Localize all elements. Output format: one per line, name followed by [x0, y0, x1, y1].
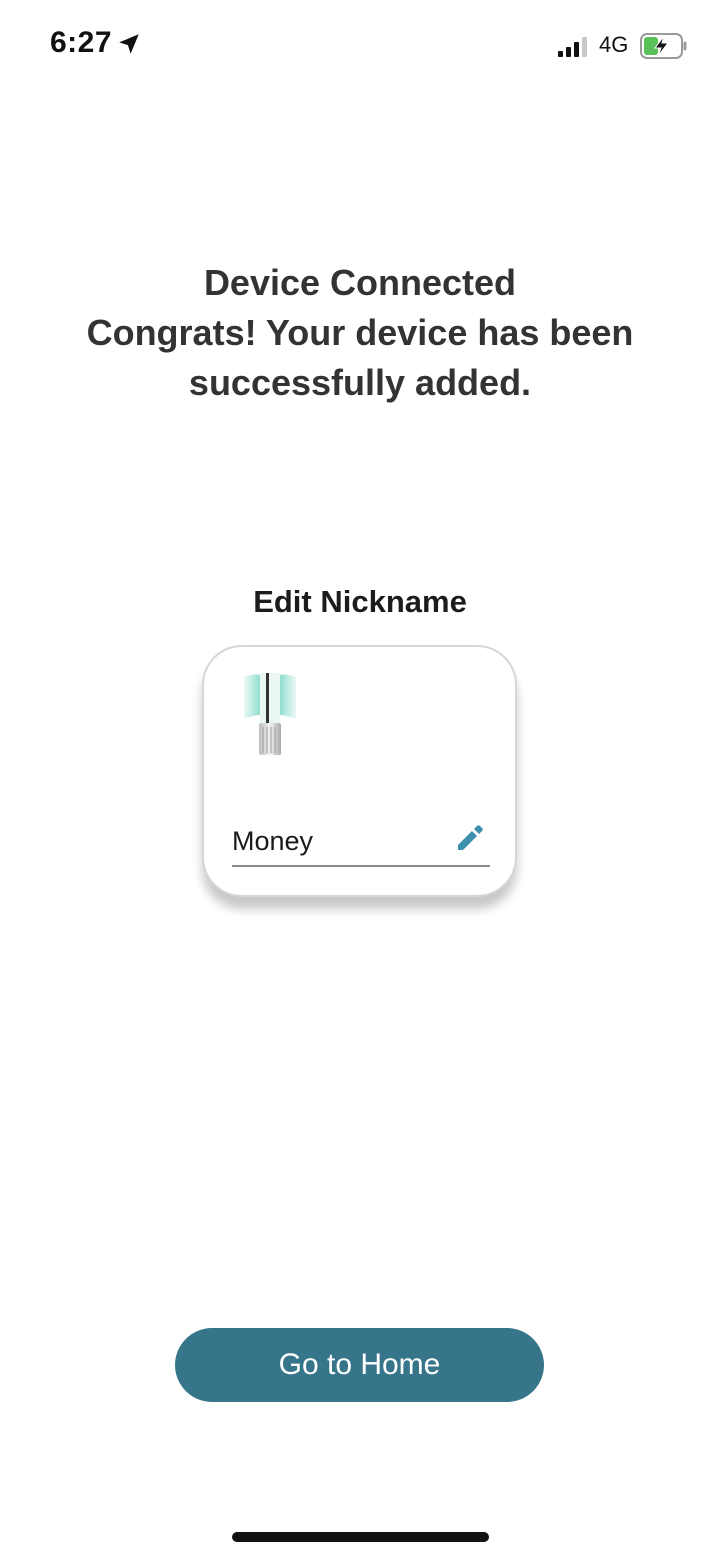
pencil-icon[interactable]: [454, 823, 484, 853]
go-to-home-button[interactable]: Go to Home: [175, 1328, 544, 1402]
network-type-label: 4G: [599, 32, 629, 57]
status-time: 6:27: [50, 26, 113, 59]
heading-title: Device Connected: [203, 262, 517, 303]
battery-charging-icon: [640, 33, 687, 59]
heading-message-line2: successfully added.: [188, 362, 532, 403]
status-bar: 6:27 4G: [0, 0, 720, 92]
device-connected-screen: 6:27 4G Device Connected Congrats! Your …: [0, 0, 720, 1558]
cellular-signal-icon: [558, 37, 587, 57]
air-purifier-tower-icon: [244, 673, 296, 755]
home-indicator[interactable]: [232, 1532, 489, 1542]
success-heading: Device Connected Congrats! Your device h…: [0, 258, 720, 408]
location-arrow-icon: [119, 34, 139, 54]
heading-message-line1: Congrats! Your device has been: [86, 312, 634, 353]
nickname-input[interactable]: [232, 817, 490, 867]
edit-nickname-title: Edit Nickname: [253, 584, 467, 619]
device-card: [202, 645, 517, 897]
